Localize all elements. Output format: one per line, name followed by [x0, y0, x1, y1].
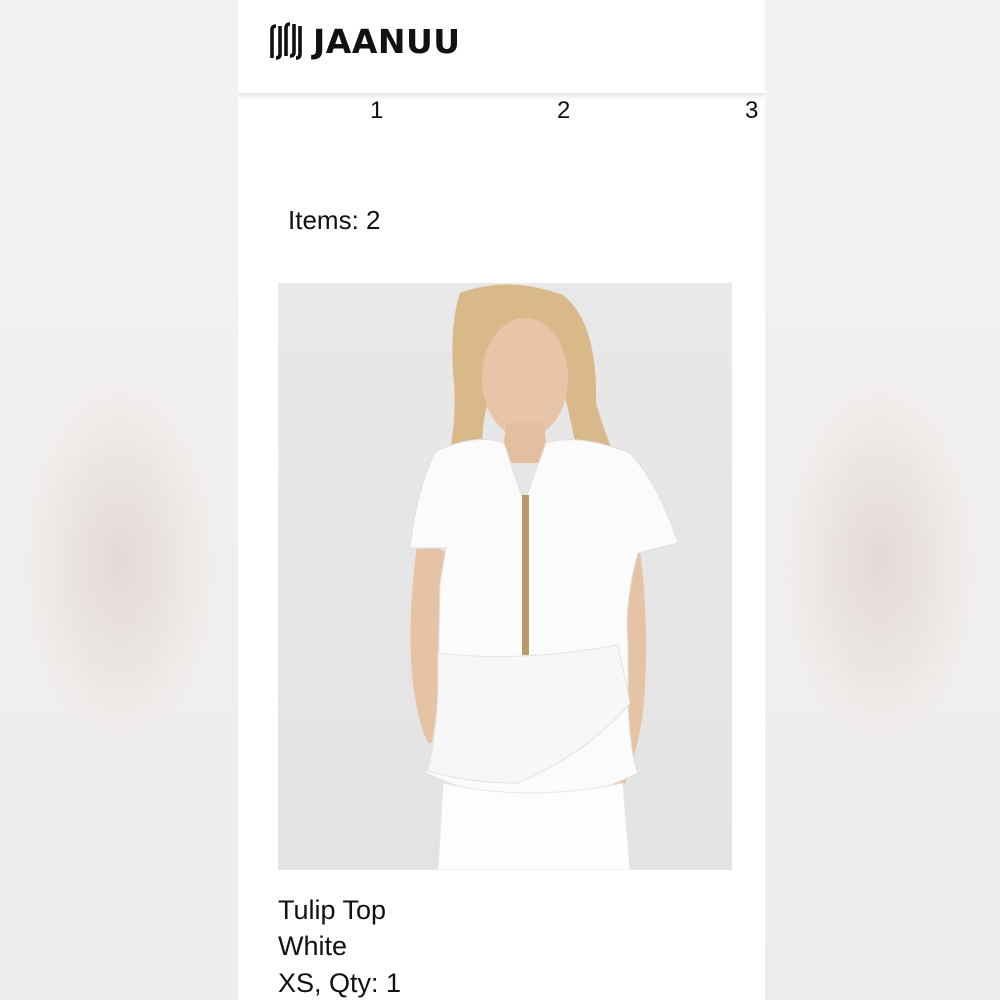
- product-image[interactable]: [278, 283, 732, 870]
- product-color: White: [278, 931, 348, 961]
- page-2-link[interactable]: 2: [557, 97, 570, 125]
- items-count: Items: 2: [288, 205, 381, 235]
- page-3-link[interactable]: 3: [745, 97, 758, 125]
- product-size-qty: XS, Qty: 1: [278, 968, 402, 998]
- brand-name: JAANUU: [313, 21, 461, 61]
- site-header: JAANUU: [238, 0, 765, 93]
- pagination: 1 2 3: [238, 97, 765, 127]
- product-photo-icon: [409, 284, 679, 870]
- product-name[interactable]: Tulip Top: [278, 895, 386, 926]
- jaanuu-logo-icon: [270, 22, 302, 60]
- page-1-link[interactable]: 1: [370, 97, 383, 125]
- phone-screen: JAANUU 1 2 3 Items: 2 Tulip Top White XS…: [238, 0, 765, 1000]
- brand-logo[interactable]: JAANUU: [269, 20, 461, 62]
